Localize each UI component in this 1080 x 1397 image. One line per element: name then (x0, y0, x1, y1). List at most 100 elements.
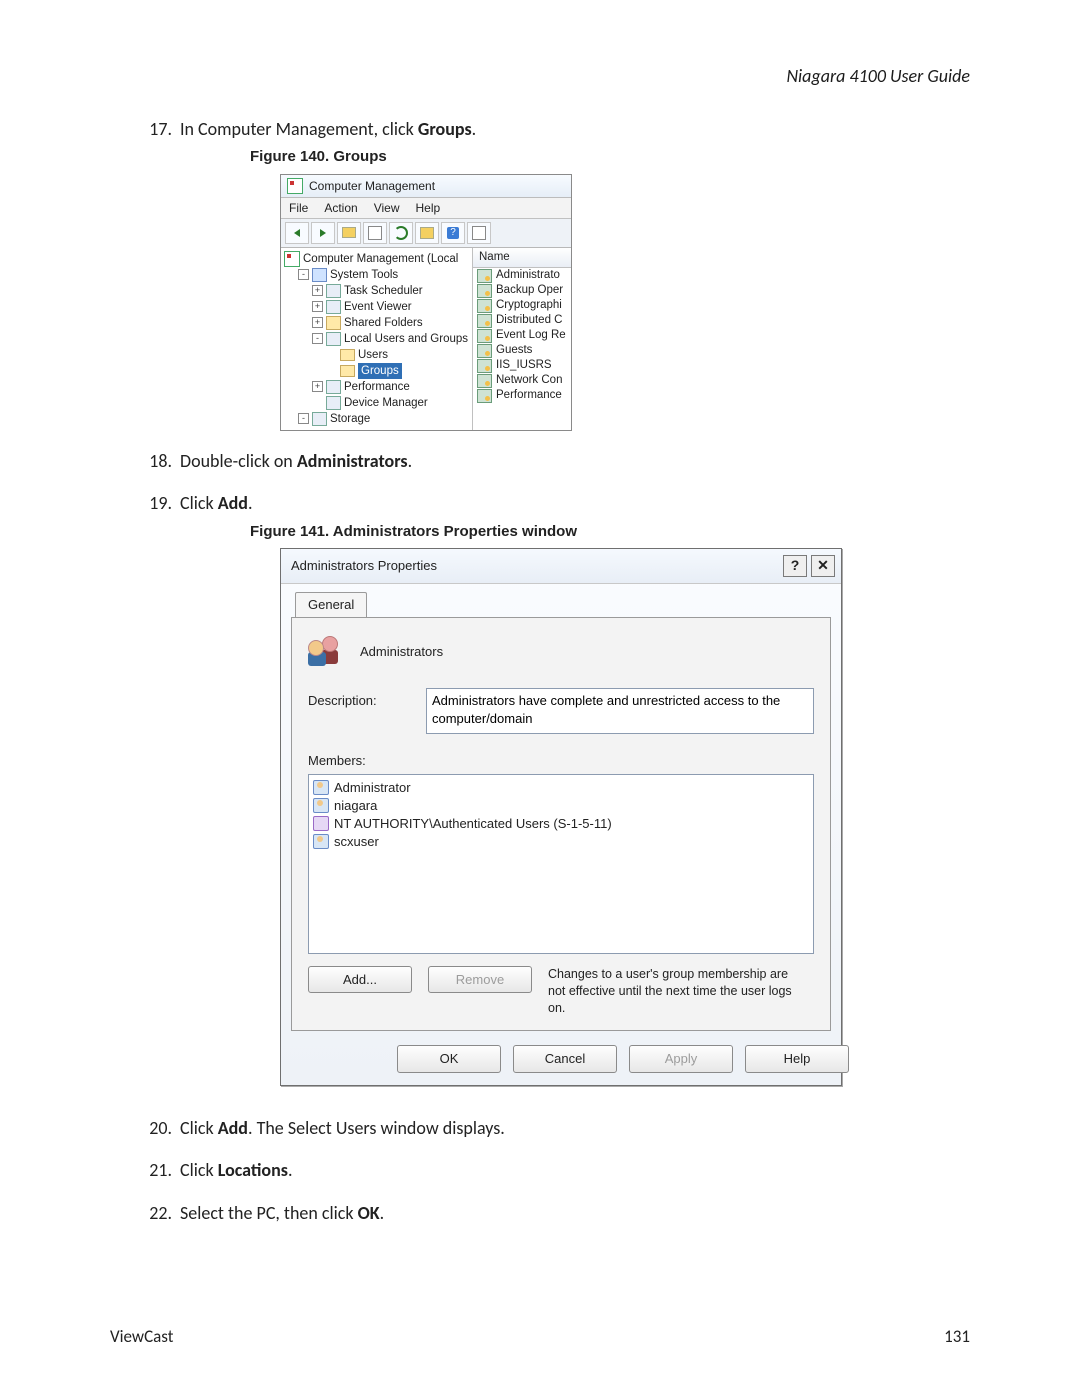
tree-event-viewer[interactable]: + Event Viewer (284, 299, 472, 315)
step-22: 22. Select the PC, then click OK. (150, 1201, 970, 1225)
list-item[interactable]: Event Log Re (473, 328, 571, 343)
tab-general[interactable]: General (295, 592, 367, 618)
figure-141: Administrators Properties ? ✕ General Ad… (280, 548, 842, 1086)
tree-label: Event Viewer (344, 299, 412, 315)
close-button[interactable]: ✕ (811, 555, 835, 577)
arrow-right-icon (320, 229, 326, 237)
menu-view[interactable]: View (374, 200, 400, 216)
tree-local-users-groups[interactable]: -Local Users and Groups (284, 331, 472, 347)
collapse-icon[interactable]: - (298, 413, 309, 424)
device-manager-icon (326, 396, 341, 410)
step-bold: Locations (218, 1159, 288, 1181)
step-post: . (288, 1159, 293, 1181)
forward-button[interactable] (311, 222, 335, 244)
expand-icon[interactable]: + (312, 301, 323, 312)
step-post: . The Select Users window displays. (248, 1117, 505, 1139)
list-item[interactable]: Cryptographi (473, 298, 571, 313)
step-number: 22. (140, 1201, 172, 1225)
list-item[interactable]: Performance (473, 388, 571, 403)
cm-body: Computer Management (Local -System Tools… (281, 248, 571, 430)
group-icon (477, 284, 492, 298)
tree-label: Device Manager (344, 395, 428, 411)
tree-task-scheduler[interactable]: +Task Scheduler (284, 283, 472, 299)
dialog-help-button[interactable]: Help (745, 1045, 849, 1073)
member-item[interactable]: scxuser (313, 833, 809, 851)
refresh-button[interactable] (389, 222, 413, 244)
extra-button[interactable] (467, 222, 491, 244)
group-icon (477, 269, 492, 283)
list-item[interactable]: Network Con (473, 373, 571, 388)
tree-label-selected: Groups (358, 363, 402, 379)
group-icon (477, 374, 492, 388)
cm-toolbar: ? (281, 219, 571, 248)
systools-icon (312, 268, 327, 282)
tree-groups[interactable]: Groups (284, 363, 472, 379)
tree-system-tools[interactable]: -System Tools (284, 267, 472, 283)
list-label: IIS_IUSRS (496, 358, 552, 373)
expand-icon[interactable]: + (312, 381, 323, 392)
tree-label: Performance (344, 379, 410, 395)
tree-label: Storage (330, 411, 370, 427)
up-button[interactable] (337, 222, 361, 244)
list-item[interactable]: Distributed C (473, 313, 571, 328)
list-item[interactable]: IIS_IUSRS (473, 358, 571, 373)
user-icon (313, 798, 329, 813)
context-help-button[interactable]: ? (783, 555, 807, 577)
tree-root[interactable]: Computer Management (Local (284, 251, 472, 267)
tree-users[interactable]: Users (284, 347, 472, 363)
step-text: Click (180, 492, 218, 514)
tree-device-manager[interactable]: Device Manager (284, 395, 472, 411)
export-button[interactable] (415, 222, 439, 244)
figure-141-caption: Figure 141. Administrators Properties wi… (250, 522, 970, 542)
help-icon: ? (447, 227, 459, 239)
figure-140-caption: Figure 140. Groups (250, 147, 970, 167)
member-item[interactable]: niagara (313, 797, 809, 815)
step-bold: Add (218, 1117, 248, 1139)
menu-file[interactable]: File (289, 200, 308, 216)
step-text: Select the PC, then click (180, 1202, 358, 1224)
list-item[interactable]: Backup Oper (473, 283, 571, 298)
apply-button[interactable]: Apply (629, 1045, 733, 1073)
expand-icon[interactable]: + (312, 285, 323, 296)
step-bold: Add (218, 492, 248, 514)
member-item[interactable]: Administrator (313, 779, 809, 797)
tree-shared-folders[interactable]: +Shared Folders (284, 315, 472, 331)
expand-icon[interactable]: + (312, 317, 323, 328)
list-label: Event Log Re (496, 328, 566, 343)
computer-management-icon (287, 178, 303, 194)
member-item[interactable]: NT AUTHORITY\Authenticated Users (S-1-5-… (313, 815, 809, 833)
member-label: Administrator (334, 779, 411, 797)
list-header-name[interactable]: Name (473, 248, 571, 269)
collapse-icon[interactable]: - (298, 269, 309, 280)
shared-folders-icon (326, 316, 341, 330)
ok-button[interactable]: OK (397, 1045, 501, 1073)
tree-storage[interactable]: - Storage (284, 411, 472, 427)
list-label: Distributed C (496, 313, 562, 328)
cancel-button[interactable]: Cancel (513, 1045, 617, 1073)
list-item[interactable]: Guests (473, 343, 571, 358)
step-number: 18. (140, 449, 172, 473)
users-folder-icon (340, 349, 355, 361)
collapse-icon[interactable]: - (312, 333, 323, 344)
step-text: Double-click on (180, 450, 297, 472)
help-button[interactable]: ? (441, 222, 465, 244)
tree-pane[interactable]: Computer Management (Local -System Tools… (281, 248, 473, 430)
performance-icon (326, 380, 341, 394)
step-21: 21. Click Locations. (150, 1158, 970, 1182)
list-item[interactable]: Administrato (473, 268, 571, 283)
list-pane[interactable]: Name Administrato Backup Oper Cryptograp… (473, 248, 571, 430)
list-label: Administrato (496, 268, 560, 283)
description-input[interactable] (426, 688, 814, 734)
add-button[interactable]: Add... (308, 966, 412, 994)
step-bold: Administrators (297, 450, 408, 472)
members-listbox[interactable]: Administrator niagara NT AUTHORITY\Authe… (308, 774, 814, 954)
menu-help[interactable]: Help (416, 200, 441, 216)
tree-performance[interactable]: + Performance (284, 379, 472, 395)
footer-left: ViewCast (110, 1326, 173, 1347)
auth-users-icon (313, 816, 329, 831)
doc-header: Niagara 4100 User Guide (110, 65, 970, 87)
properties-button[interactable] (363, 222, 387, 244)
back-button[interactable] (285, 222, 309, 244)
remove-button[interactable]: Remove (428, 966, 532, 994)
menu-action[interactable]: Action (324, 200, 357, 216)
